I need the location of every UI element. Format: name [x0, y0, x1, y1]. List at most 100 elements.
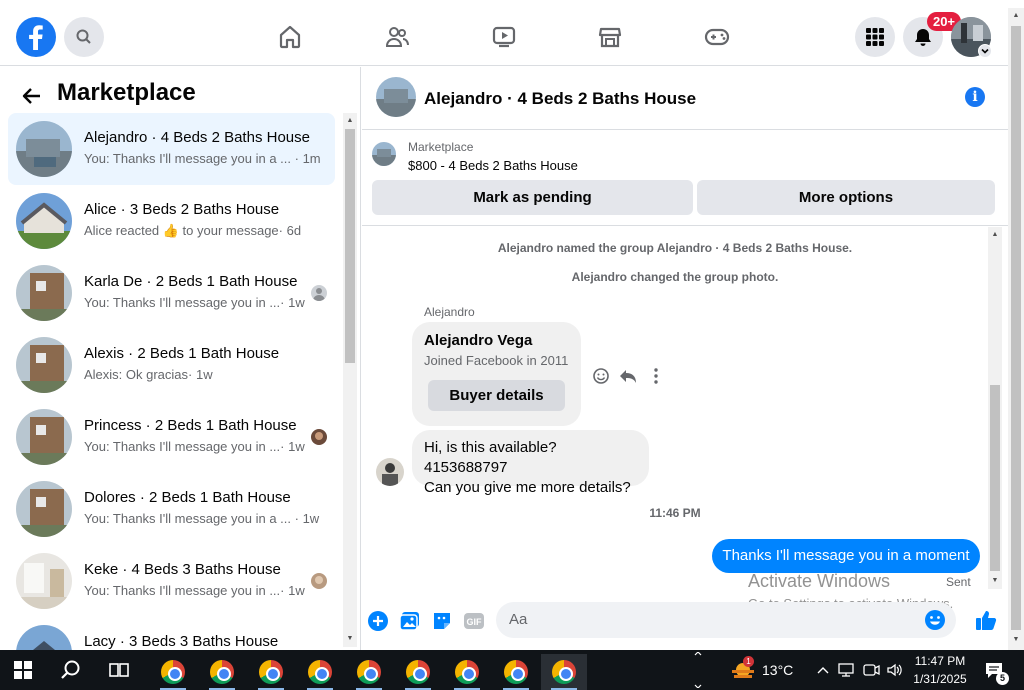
scroll-down-arrow-icon[interactable]: ▼	[1012, 636, 1020, 644]
chrome-taskbar-app[interactable]	[248, 654, 294, 690]
search-button[interactable]	[64, 17, 104, 57]
conversation-item[interactable]: Princess · 2 Beds 1 Bath House You: Than…	[8, 401, 335, 473]
conversation-preview: Alexis: Ok gracias· 1w	[84, 367, 213, 382]
scroll-up-arrow-icon[interactable]: ▲	[346, 117, 354, 125]
listing-thumbnail[interactable]	[372, 142, 396, 166]
chrome-icon	[552, 660, 576, 684]
chrome-taskbar-app[interactable]	[395, 654, 441, 690]
emoji-icon[interactable]	[924, 609, 946, 631]
message-input[interactable]: Aa	[496, 602, 956, 638]
sticker-icon[interactable]	[431, 610, 453, 632]
more-options-button[interactable]: More options	[697, 180, 995, 215]
info-icon[interactable]: i	[965, 87, 985, 107]
weather-icon[interactable]: 1	[724, 652, 760, 688]
chat-scrollbar[interactable]: ▲ ▼	[988, 227, 1002, 589]
weather-temperature[interactable]: 13°C	[762, 662, 793, 678]
chrome-icon	[259, 660, 283, 684]
page-scrollbar[interactable]: ▲ ▼	[1008, 8, 1024, 650]
chat-title[interactable]: Alejandro · 4 Beds 2 Baths House	[424, 89, 696, 109]
listing-banner: Marketplace $800 - 4 Beds 2 Baths House …	[362, 130, 1008, 226]
sender-avatar[interactable]	[376, 458, 404, 486]
volume-icon[interactable]	[884, 652, 906, 688]
conversation-item[interactable]: Karla De · 2 Beds 1 Bath House You: Than…	[8, 257, 335, 329]
facebook-top-bar: 20+	[0, 0, 1008, 66]
scrollbar-thumb[interactable]	[1011, 26, 1021, 630]
scroll-down-arrow-icon[interactable]: ▼	[991, 577, 999, 585]
chat-avatar[interactable]	[376, 77, 416, 117]
chat-header: Alejandro · 4 Beds 2 Baths House i	[362, 67, 1008, 130]
chrome-taskbar-app[interactable]	[150, 654, 196, 690]
more-vertical-icon[interactable]	[646, 366, 666, 386]
reply-icon[interactable]	[618, 366, 638, 386]
show-hidden-tray-icon[interactable]	[690, 652, 706, 688]
home-icon[interactable]	[275, 22, 305, 52]
conversation-item[interactable]: Alexis · 2 Beds 1 Bath House Alexis: Ok …	[8, 329, 335, 401]
weather-badge: 1	[743, 656, 754, 667]
like-icon[interactable]	[974, 608, 998, 632]
outgoing-message[interactable]: Thanks I'll message you in a moment	[712, 539, 980, 573]
search-icon	[76, 29, 91, 44]
scroll-up-arrow-icon[interactable]: ▲	[1012, 12, 1020, 20]
network-icon[interactable]	[836, 652, 858, 688]
listing-summary[interactable]: $800 - 4 Beds 2 Baths House	[408, 158, 578, 173]
chrome-icon	[161, 660, 185, 684]
scrollbar-thumb[interactable]	[345, 129, 355, 363]
windows-start-icon[interactable]	[0, 652, 46, 688]
scroll-down-arrow-icon[interactable]: ▼	[346, 635, 354, 643]
chrome-taskbar-app[interactable]	[493, 654, 539, 690]
message-timestamp: 11:46 PM	[649, 506, 701, 520]
meet-now-icon[interactable]	[860, 652, 882, 688]
chrome-taskbar-app[interactable]	[297, 654, 343, 690]
conversation-name: Alejandro · 4 Beds 2 Baths House	[84, 129, 310, 146]
chevron-up-icon[interactable]	[812, 652, 834, 688]
conversation-name: Keke · 4 Beds 3 Baths House	[84, 561, 281, 578]
clock-date[interactable]: 1/31/2025	[910, 672, 970, 686]
gif-icon[interactable]: GIF	[463, 610, 485, 632]
chrome-taskbar-app-active[interactable]	[541, 654, 587, 690]
conversation-item[interactable]: Alejandro · 4 Beds 2 Baths House You: Th…	[8, 113, 335, 185]
notification-center-icon[interactable]: 5	[976, 652, 1012, 688]
account-chevron-down-icon[interactable]	[978, 44, 992, 58]
marketplace-sidebar: Marketplace Alejandro · 4 Beds 2 Baths H…	[0, 67, 361, 650]
conversation-preview: You: Thanks I'll message you in ...· 1w	[84, 295, 305, 310]
search-icon[interactable]	[48, 652, 94, 688]
listing-thumbnail	[16, 265, 72, 321]
listing-thumbnail	[16, 121, 72, 177]
emoji-react-icon[interactable]	[591, 366, 611, 386]
listing-thumbnail	[16, 625, 72, 650]
windows-taskbar: 1 13°C 11:47 PM 1/31/2025 5	[0, 650, 1024, 690]
incoming-message[interactable]: Hi, is this available? 4153688797 Can yo…	[412, 430, 649, 496]
conversation-preview: You: Thanks I'll message you in a ... · …	[84, 151, 321, 166]
conversation-item[interactable]: Keke · 4 Beds 3 Baths House You: Thanks …	[8, 545, 335, 617]
scroll-up-arrow-icon[interactable]: ▲	[991, 231, 999, 239]
facebook-logo[interactable]	[16, 17, 56, 57]
task-view-icon[interactable]	[96, 652, 142, 688]
chrome-taskbar-app[interactable]	[199, 654, 245, 690]
plus-circle-icon[interactable]	[367, 610, 389, 632]
scrollbar-thumb[interactable]	[990, 385, 1000, 571]
video-icon[interactable]	[489, 22, 519, 52]
gaming-icon[interactable]	[702, 22, 732, 52]
system-message: Alejandro named the group Alejandro · 4 …	[497, 241, 853, 255]
buyer-details-button[interactable]: Buyer details	[428, 380, 565, 411]
back-arrow-icon[interactable]	[20, 84, 44, 108]
sidebar-scrollbar[interactable]: ▲ ▼	[343, 113, 357, 647]
conversation-item[interactable]: Dolores · 2 Beds 1 Bath House You: Thank…	[8, 473, 335, 545]
mark-as-pending-button[interactable]: Mark as pending	[372, 180, 693, 215]
message-composer: GIF Aa	[362, 597, 1008, 650]
menu-button[interactable]	[855, 17, 895, 57]
marketplace-icon[interactable]	[595, 22, 625, 52]
conversation-item[interactable]: Alice · 3 Beds 2 Baths House Alice react…	[8, 185, 335, 257]
friends-icon[interactable]	[382, 22, 412, 52]
seen-avatar	[311, 429, 327, 445]
conversation-item[interactable]: Lacy · 3 Beds 3 Baths House	[8, 617, 335, 650]
clock-time[interactable]: 11:47 PM	[914, 654, 966, 668]
chrome-taskbar-app[interactable]	[444, 654, 490, 690]
chrome-taskbar-app[interactable]	[346, 654, 392, 690]
conversation-preview: You: Thanks I'll message you in a ... · …	[84, 511, 320, 526]
chrome-icon	[406, 660, 430, 684]
profile-name: Alejandro Vega	[424, 332, 533, 349]
sender-label: Alejandro	[424, 305, 475, 319]
svg-text:GIF: GIF	[467, 617, 483, 627]
image-icon[interactable]	[399, 610, 421, 632]
